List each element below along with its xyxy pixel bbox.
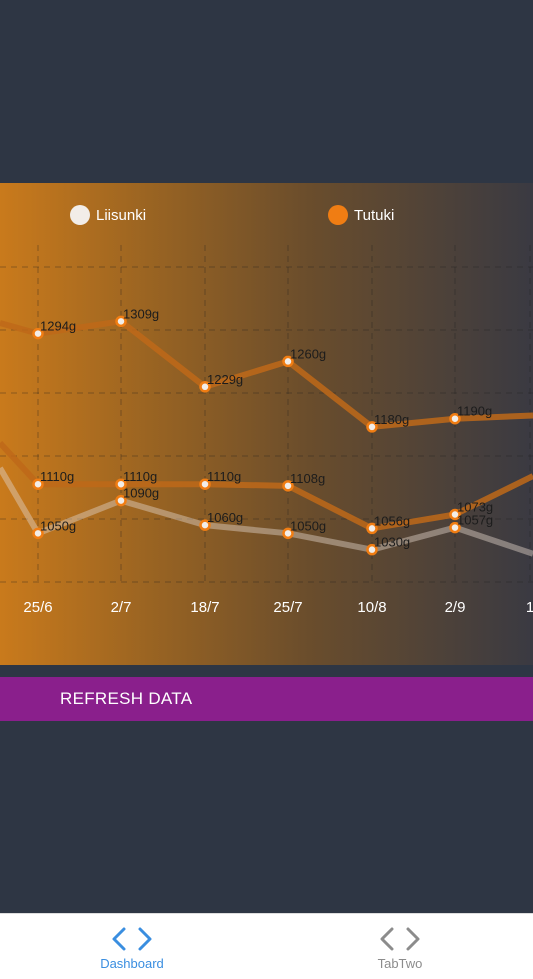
data-label: 1057g [457, 513, 493, 528]
data-label: 1110g [40, 469, 74, 484]
code-icon [380, 927, 420, 951]
x-tick-label: 18/7 [190, 599, 219, 616]
x-tick-label: 25/6 [23, 599, 52, 616]
data-label: 1180g [374, 412, 409, 427]
data-label: 1030g [374, 535, 410, 550]
x-tick-label: 1 [526, 599, 533, 616]
data-label: 1056g [374, 513, 410, 528]
x-tick-label: 25/7 [273, 599, 302, 616]
tab-tabtwo[interactable]: TabTwo [350, 914, 450, 979]
legend-label: Liisunki [96, 206, 147, 224]
refresh-data-button[interactable]: REFRESH DATA [0, 677, 533, 721]
data-label: 1190g [457, 404, 492, 419]
tab-label: TabTwo [377, 956, 423, 971]
data-label: 1050g [290, 518, 326, 533]
legend-dot-icon [328, 205, 348, 225]
refresh-data-label: REFRESH DATA [60, 689, 193, 708]
weight-chart: 25/6 2/7 18/7 25/7 10/8 2/9 1 1294g 1309g 1229g 12… [0, 183, 533, 665]
data-label: 1090g [123, 486, 159, 501]
legend-item-tutuki: Tutuki [328, 205, 394, 225]
data-label: 1050g [40, 518, 76, 533]
legend-item-liisunki: Liisunki [70, 205, 146, 225]
x-tick-label: 10/8 [357, 599, 386, 616]
x-tick-label: 2/7 [111, 599, 132, 616]
tab-dashboard[interactable]: Dashboard [82, 914, 182, 979]
data-label: 1110g [207, 469, 241, 484]
legend-dot-icon [70, 205, 90, 225]
data-label: 1060g [207, 510, 243, 525]
code-icon [112, 927, 152, 951]
data-label: 1260g [290, 346, 326, 361]
data-label: 1108g [290, 471, 325, 486]
legend-label: Tutuki [354, 206, 395, 224]
data-label: 1229g [207, 372, 243, 387]
data-label: 1110g [123, 469, 157, 484]
tab-bar: Dashboard TabTwo [0, 913, 533, 979]
tab-label: Dashboard [100, 956, 164, 971]
x-tick-label: 2/9 [445, 599, 466, 616]
data-label: 1309g [123, 306, 159, 321]
series-line [0, 318, 533, 430]
chart-svg: 25/6 2/7 18/7 25/7 10/8 2/9 1 1294g 1309g 1229g 12… [0, 245, 533, 616]
data-label: 1294g [40, 319, 76, 334]
